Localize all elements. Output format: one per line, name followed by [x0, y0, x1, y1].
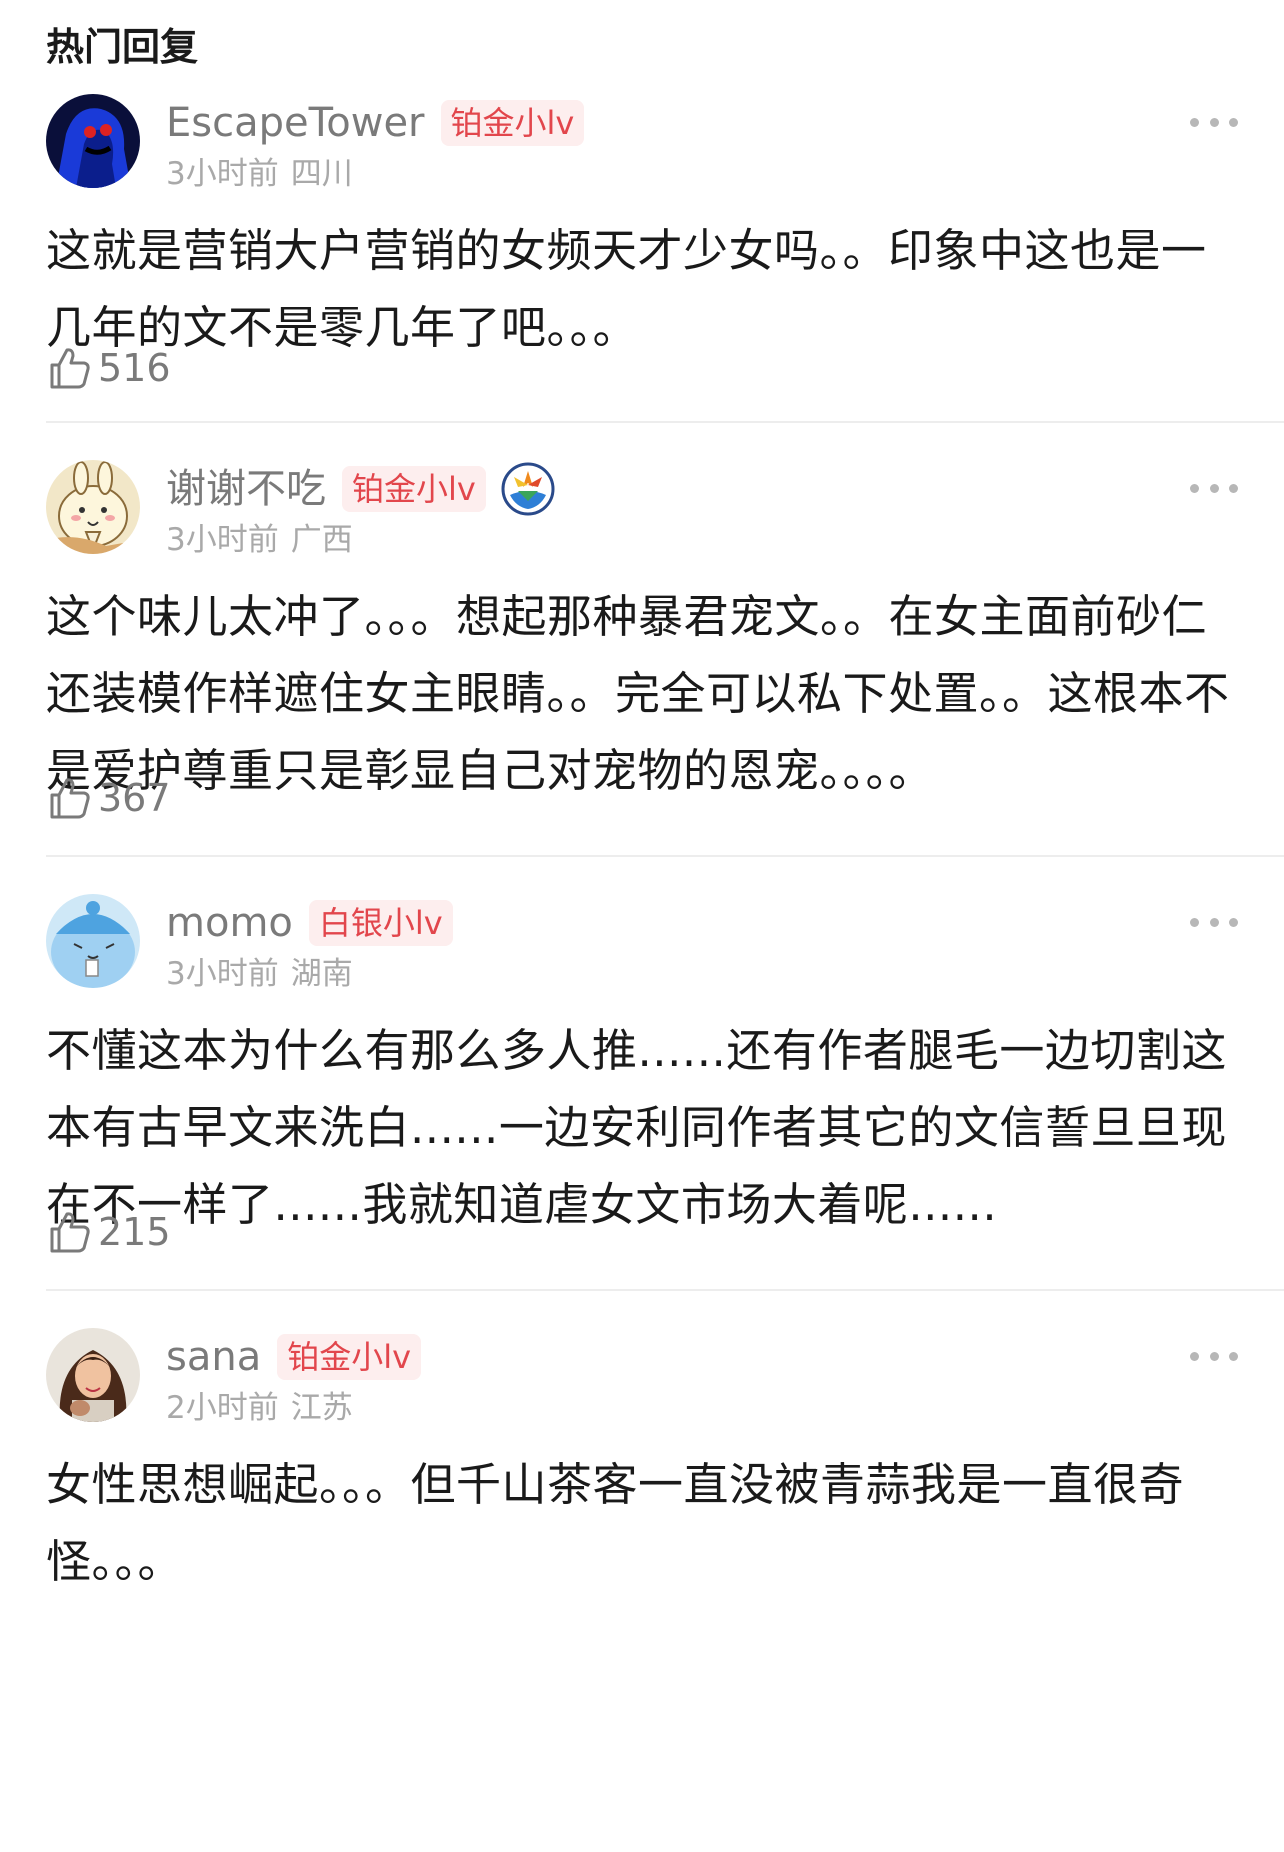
comment-text: 这个味儿太冲了。。。想起那种暴君宠文。。在女主面前砂仁还装模作样遮住女主眼睛。。… — [46, 590, 1230, 797]
comment-text: 这就是营销大户营销的女频天才少女吗。。印象中这也是一几年的文不是零几年了吧。。。 — [46, 224, 1207, 354]
comment-text: 不懂这本为什么有那么多人推......还有作者腿毛一边切割这本有古早文来洗白..… — [46, 1024, 1227, 1231]
name-row: sana 铂金小lv — [166, 1330, 422, 1384]
comment-meta: 3小时前 湖南 — [166, 954, 353, 994]
comment-meta: 3小时前 广西 — [166, 520, 353, 560]
name-row: EscapeTower 铂金小lv — [166, 96, 585, 150]
like-button[interactable]: 367 — [46, 770, 171, 826]
like-count: 215 — [98, 1210, 171, 1254]
username[interactable]: EscapeTower — [166, 96, 425, 150]
comment-location: 广西 — [290, 522, 353, 558]
comment-time: 2小时前 — [166, 1390, 279, 1426]
thumbs-up-icon — [50, 778, 90, 819]
comment-text: 女性思想崛起。。。但千山茶客一直没被青蒜我是一直很奇怪。。。 — [46, 1458, 1185, 1588]
more-icon[interactable] — [1190, 112, 1238, 132]
name-row: momo 白银小lv — [166, 896, 453, 950]
level-badge: 白银小lv — [308, 900, 453, 946]
divider — [46, 855, 1284, 857]
comment-location: 江苏 — [290, 1390, 353, 1426]
verified-badge-icon — [501, 462, 555, 516]
avatar[interactable] — [46, 460, 140, 554]
like-count: 516 — [98, 346, 171, 390]
thumbs-up-icon — [50, 348, 90, 389]
comment-meta: 3小时前 四川 — [166, 154, 353, 194]
more-icon[interactable] — [1190, 1346, 1238, 1366]
thumbs-up-icon — [50, 1212, 90, 1253]
avatar[interactable] — [46, 894, 140, 988]
username[interactable]: sana — [166, 1330, 261, 1384]
comment-meta: 2小时前 江苏 — [166, 1388, 353, 1428]
like-button[interactable]: 215 — [46, 1204, 171, 1260]
more-icon[interactable] — [1190, 912, 1238, 932]
divider — [46, 421, 1284, 423]
section-title: 热门回复 — [46, 25, 199, 69]
like-button[interactable]: 516 — [46, 340, 171, 396]
comment-time: 3小时前 — [166, 956, 279, 992]
username[interactable]: 谢谢不吃 — [166, 462, 326, 516]
name-row: 谢谢不吃 铂金小lv — [166, 462, 556, 516]
comments-screen: 热门回复 EscapeTower 铂金小lv 3小时前 四川 这就是营销大户营销的… — [0, 0, 1284, 1852]
like-count: 367 — [98, 776, 171, 820]
comment-location: 湖南 — [290, 956, 353, 992]
username[interactable]: momo — [166, 896, 293, 950]
divider — [46, 1289, 1284, 1291]
more-icon[interactable] — [1190, 478, 1238, 498]
level-badge: 铂金小lv — [342, 466, 486, 512]
avatar[interactable] — [46, 94, 140, 188]
avatar[interactable] — [46, 1328, 140, 1422]
comment-time: 3小时前 — [166, 156, 279, 192]
comment-time: 3小时前 — [166, 522, 279, 558]
level-badge: 铂金小lv — [277, 1334, 422, 1380]
comment-location: 四川 — [290, 156, 353, 192]
level-badge: 铂金小lv — [440, 100, 585, 146]
